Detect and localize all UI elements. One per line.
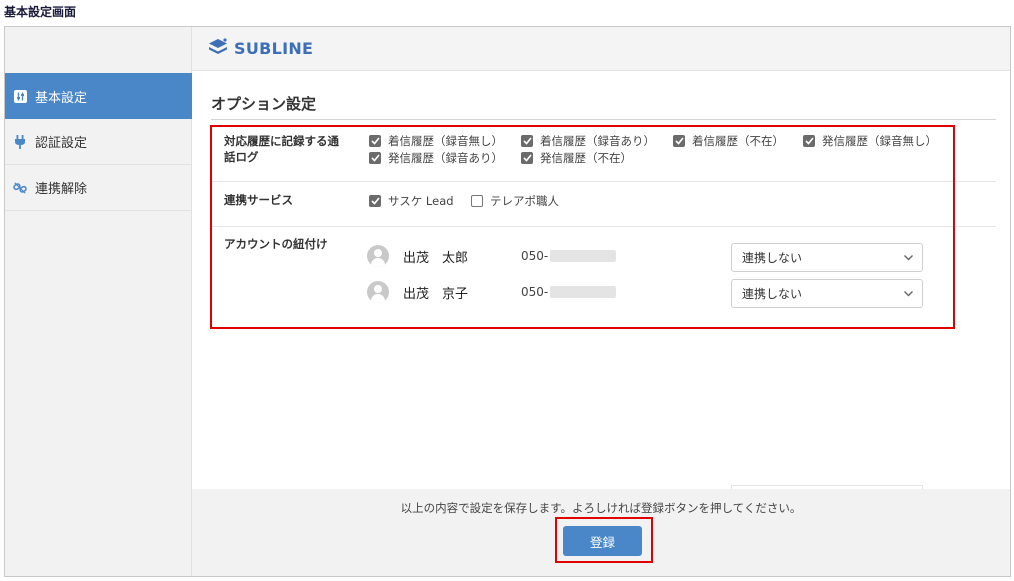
sidebar-item-unlink[interactable]: 連携解除 xyxy=(5,165,192,211)
plug-icon xyxy=(13,134,27,149)
page-caption: 基本設定画面 xyxy=(4,5,77,19)
logo-text: SUBLINE xyxy=(234,39,314,58)
sidebar-item-label: 基本設定 xyxy=(35,90,88,106)
subline-logo-icon xyxy=(208,37,228,60)
sliders-icon xyxy=(13,89,27,103)
sidebar-item-label: 認証設定 xyxy=(35,136,88,151)
app-header: SUBLINE xyxy=(192,27,1010,71)
section-title: オプション設定 xyxy=(211,95,317,113)
title-divider xyxy=(211,119,996,120)
sidebar-item-basic-settings[interactable]: 基本設定 xyxy=(5,73,192,119)
annotation-highlight-button xyxy=(555,517,653,563)
sidebar-item-label: 連携解除 xyxy=(35,182,88,197)
sidebar-item-auth-settings[interactable]: 認証設定 xyxy=(5,119,192,165)
annotation-highlight-settings xyxy=(210,125,955,329)
footer-message: 以上の内容で設定を保存します。よろしければ登録ボタンを押してください。 xyxy=(400,501,802,515)
unlink-icon xyxy=(13,181,27,195)
sidebar: 基本設定 認証設定 連携解除 xyxy=(5,27,192,576)
